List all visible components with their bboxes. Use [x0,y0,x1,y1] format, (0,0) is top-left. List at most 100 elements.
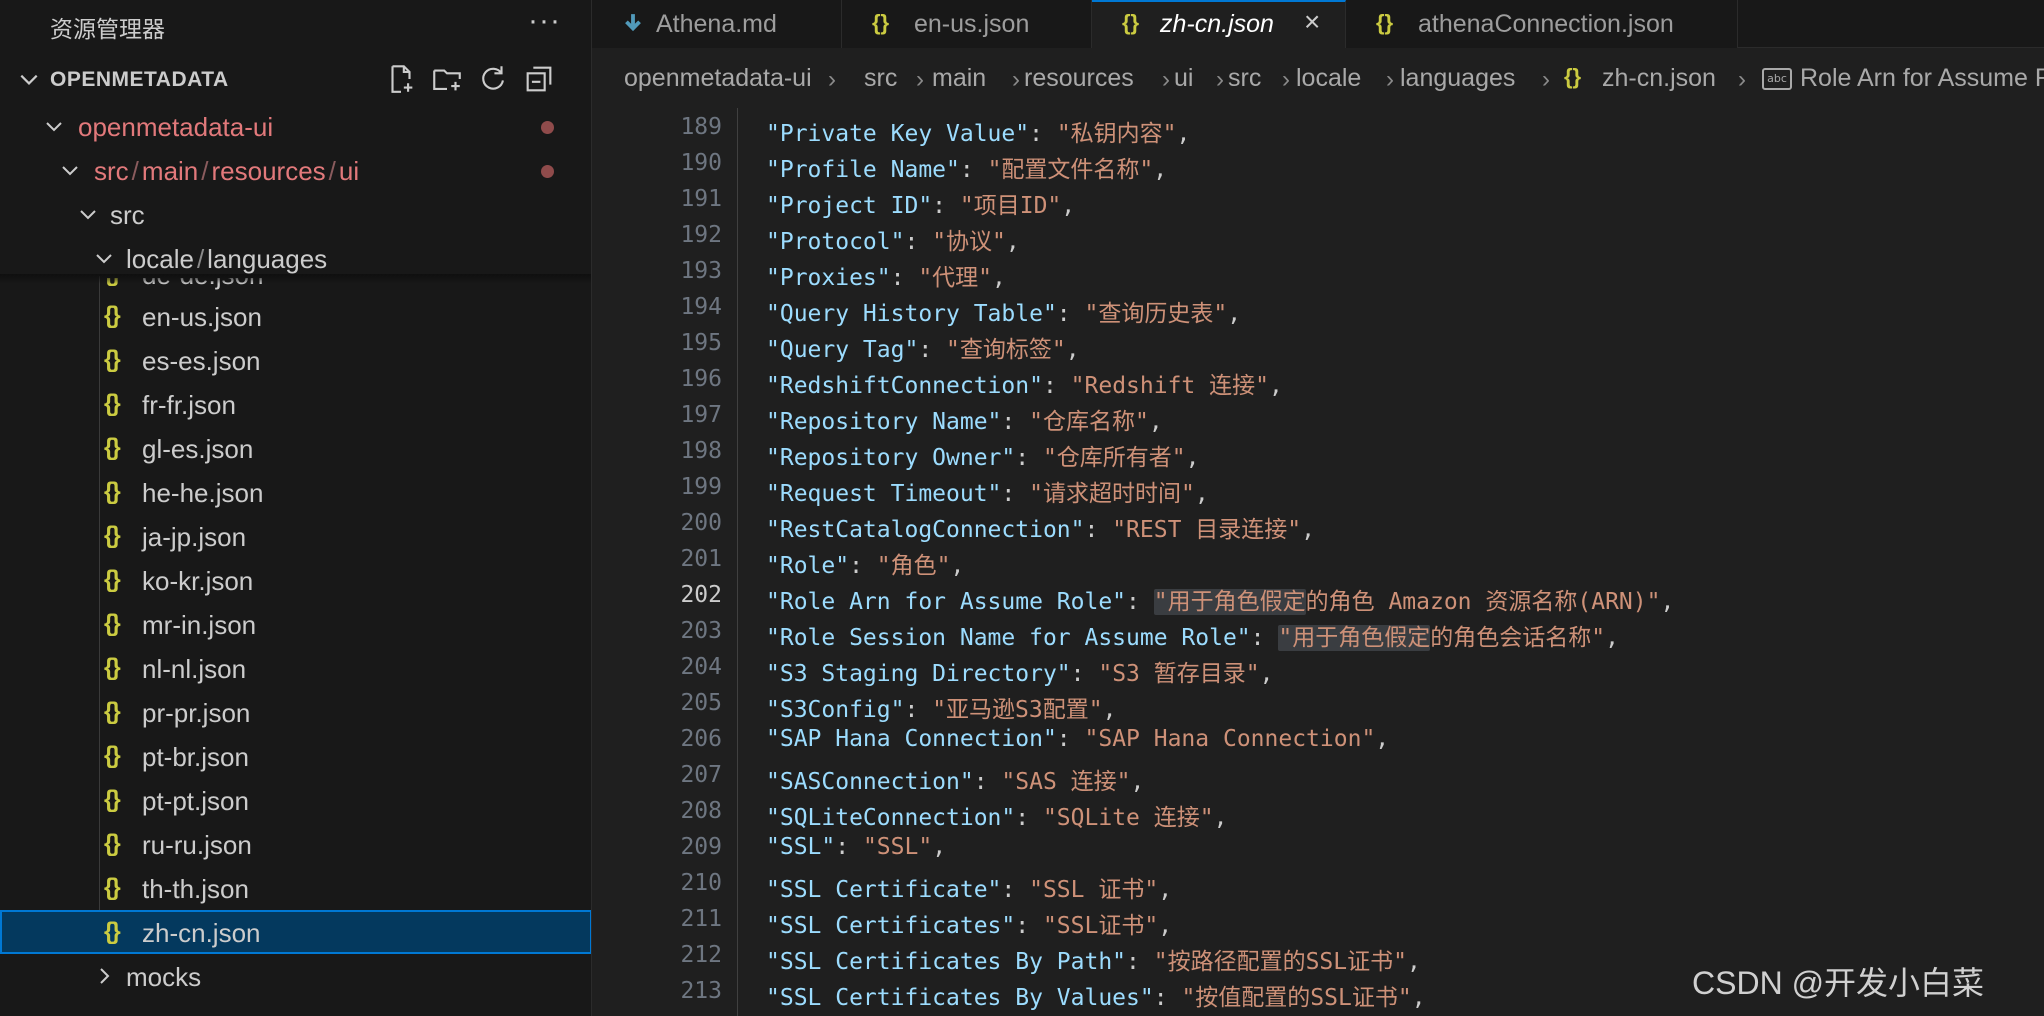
file-row[interactable]: {} he-he.json [0,470,591,514]
json-file-icon: {} [104,610,121,637]
tab-label: en-us.json [914,10,1030,38]
new-folder-icon[interactable] [430,62,464,96]
json-file-icon: {} [104,346,121,373]
file-label: ja-jp.json [142,522,247,552]
code-text: "Repository Owner": "仓库所有者", [766,445,1200,471]
code-line[interactable]: 208 "SQLiteConnection": "SQLite 连接", [592,794,2044,831]
json-file-icon: {} [1122,10,1140,35]
code-line[interactable]: 200 "RestCatalogConnection": "REST 目录连接", [592,506,2044,543]
file-row[interactable]: {} mr-in.json [0,602,591,646]
code-text: "SSL Certificates": "SSL证书", [766,913,1173,939]
close-icon[interactable]: × [1304,6,1320,38]
code-line[interactable]: 202 "Role Arn for Assume Role": "用于角色假定的角… [592,578,2044,615]
file-row[interactable]: {} gl-es.json [0,426,591,470]
tab-en-us-json[interactable]: {} en-us.json [842,0,1092,48]
code-text: "S3Config": "亚马逊S3配置", [766,697,1117,723]
chevron-right-icon: › [1738,66,1746,93]
file-row[interactable]: {} th-th.json [0,866,591,910]
tab-label: athenaConnection.json [1418,10,1674,38]
json-file-icon: {} [1376,10,1394,35]
code-line[interactable]: 206 "SAP Hana Connection": "SAP Hana Conn… [592,722,2044,758]
new-file-icon[interactable] [384,62,418,96]
code-line[interactable]: 192 "Protocol": "协议", [592,218,2044,255]
breadcrumb-item[interactable]: Role Arn for Assume Role [1800,64,2044,93]
line-number: 212 [680,942,722,968]
folder-mocks[interactable]: mocks [0,954,591,998]
code-line[interactable]: 191 "Project ID": "项目ID", [592,182,2044,219]
code-line[interactable]: 201 "Role": "角色", [592,542,2044,579]
code-line[interactable]: 194 "Query History Table": "查询历史表", [592,290,2044,327]
file-label: th-th.json [142,874,249,904]
code-line[interactable]: 209 "SSL": "SSL", [592,830,2044,866]
folder-src-main-resources-ui[interactable]: src / main / resources / ui [0,148,591,192]
file-row[interactable]: {} pt-pt.json [0,778,591,822]
tab-zh-cn-json[interactable]: {} zh-cn.json × [1092,0,1346,48]
file-row[interactable]: {} ko-kr.json [0,558,591,602]
code-text: "Query Tag": "查询标签", [766,337,1080,363]
chevron-right-icon: › [1012,66,1020,93]
breadcrumb-item[interactable]: openmetadata-ui [624,64,812,93]
folder-openmetadata-ui[interactable]: openmetadata-ui [0,104,591,148]
tab-athena-md[interactable]: Athena.md [592,0,842,48]
chevron-down-icon [20,74,38,85]
json-file-icon: {} [104,742,121,769]
breadcrumb-item[interactable]: src [864,64,897,93]
more-actions-icon[interactable]: ··· [528,4,561,38]
markdown-icon [625,14,641,32]
line-number: 198 [680,438,722,464]
chevron-right-icon: › [916,66,924,93]
collapse-all-icon[interactable] [522,62,556,96]
code-line[interactable]: 199 "Request Timeout": "请求超时时间", [592,470,2044,507]
file-label: mr-in.json [142,610,257,640]
code-line[interactable]: 205 "S3Config": "亚马逊S3配置", [592,686,2044,723]
code-line[interactable]: 196 "RedshiftConnection": "Redshift 连接", [592,362,2044,399]
chevron-right-icon: › [1282,66,1290,93]
watermark: CSDN @开发小白菜 [1692,965,1985,1001]
json-file-icon: {} [104,566,121,593]
file-row[interactable]: {} en-us.json [0,294,591,338]
file-label: gl-es.json [142,434,254,464]
file-row[interactable]: {} pr-pr.json [0,690,591,734]
file-row[interactable]: {} ru-ru.json [0,822,591,866]
code-line[interactable]: 211 "SSL Certificates": "SSL证书", [592,902,2044,939]
tab-athena-connection-json[interactable]: {} athenaConnection.json [1346,0,1738,48]
code-line[interactable]: 198 "Repository Owner": "仓库所有者", [592,434,2044,471]
breadcrumb-item[interactable]: resources [1024,64,1134,93]
code-text: "SQLiteConnection": "SQLite 连接", [766,805,1228,831]
line-number: 208 [680,798,722,824]
file-row[interactable]: {} ja-jp.json [0,514,591,558]
code-line[interactable]: 190 "Profile Name": "配置文件名称", [592,146,2044,183]
breadcrumb-item[interactable]: locale [1296,64,1361,93]
file-row[interactable]: {} fr-fr.json [0,382,591,426]
code-line[interactable]: 203 "Role Session Name for Assume Role": … [592,614,2044,651]
breadcrumb-item[interactable]: src [1228,64,1261,93]
chevron-right-icon: › [1386,66,1394,93]
code-line[interactable]: 210 "SSL Certificate": "SSL 证书", [592,866,2044,903]
breadcrumb-item[interactable]: main [932,64,986,93]
line-number: 192 [680,222,722,248]
code-text: "Role Arn for Assume Role": "用于角色假定的角色 A… [766,589,1675,615]
code-editor[interactable]: 189 "Private Key Value": "私钥内容", 190 "Profi… [592,108,2044,1016]
code-line[interactable]: 195 "Query Tag": "查询标签", [592,326,2044,363]
file-row-selected[interactable]: {} zh-cn.json [0,910,591,954]
breadcrumb-item[interactable]: languages [1400,64,1515,93]
file-row[interactable]: {} es-es.json [0,338,591,382]
refresh-icon[interactable] [476,62,510,96]
breadcrumb-item[interactable]: ui [1174,64,1193,93]
folder-src[interactable]: src [0,192,591,236]
file-row[interactable]: {} nl-nl.json [0,646,591,690]
folder-label: src [110,200,145,230]
code-line[interactable]: 189 "Private Key Value": "私钥内容", [592,110,2044,147]
file-label: fr-fr.json [142,390,236,420]
folder-label: locale / languages [126,244,328,274]
file-row[interactable]: {} pt-br.json [0,734,591,778]
breadcrumb-item[interactable]: zh-cn.json [1602,64,1716,93]
chevron-down-icon [96,254,112,264]
json-file-icon: {} [104,434,121,461]
code-line[interactable]: 207 "SASConnection": "SAS 连接", [592,758,2044,795]
editor-tabs: Athena.md {} en-us.json {} zh-cn.json × … [592,0,2044,48]
code-line[interactable]: 193 "Proxies": "代理", [592,254,2044,291]
code-line[interactable]: 204 "S3 Staging Directory": "S3 暂存目录", [592,650,2044,687]
sticky-scroll-shadow [0,274,591,284]
code-line[interactable]: 197 "Repository Name": "仓库名称", [592,398,2044,435]
